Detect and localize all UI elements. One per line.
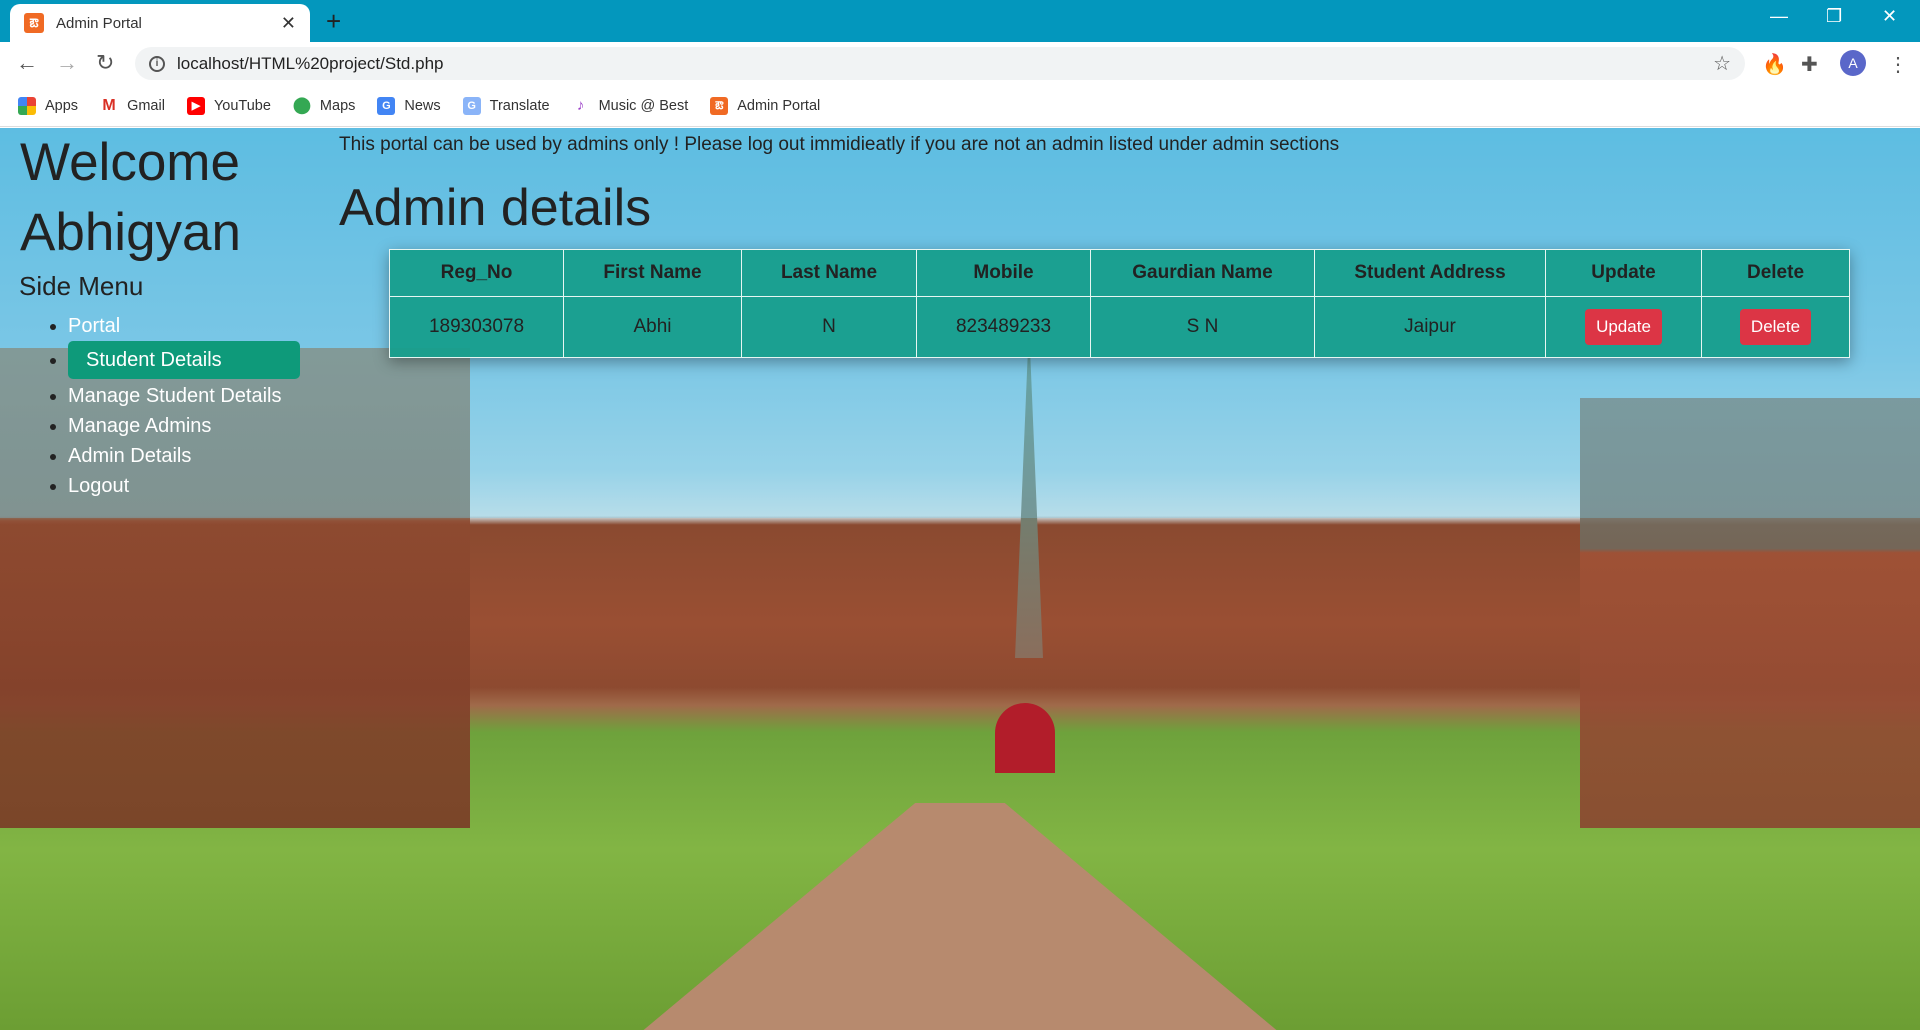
table-row: 189303078 Abhi N 823489233 S N Jaipur Up… — [389, 296, 1850, 358]
forward-icon[interactable]: → — [56, 50, 78, 76]
bookmark-label: Apps — [45, 97, 79, 114]
sidebar-item-student-details[interactable]: Student Details — [68, 341, 300, 381]
cell-reg-no: 189303078 — [389, 296, 564, 358]
url-text: localhost/HTML%20project/Std.php — [177, 53, 444, 73]
extension-flame-icon[interactable]: 🔥 — [1762, 52, 1787, 77]
music-icon: ♪ — [576, 96, 585, 114]
col-delete: Delete — [1701, 249, 1850, 297]
delete-button[interactable]: Delete — [1739, 309, 1812, 345]
sidebar-item-manage-admins[interactable]: Manage Admins — [68, 411, 300, 441]
side-menu-title: Side Menu — [19, 271, 144, 301]
youtube-icon: ▶ — [186, 96, 205, 115]
col-mobile: Mobile — [916, 249, 1091, 297]
bookmark-translate[interactable]: G Translate — [462, 96, 550, 115]
translate-icon: G — [462, 96, 481, 115]
tab-admin-portal[interactable]: ఔ Admin Portal ✕ — [10, 4, 310, 42]
cell-guardian: S N — [1090, 296, 1315, 358]
bookmark-label: Translate — [489, 97, 550, 114]
username: Abhigyan — [20, 203, 242, 262]
background-door — [995, 703, 1055, 773]
sidebar-item-logout[interactable]: Logout — [68, 471, 300, 501]
bookmark-label: Gmail — [127, 97, 165, 114]
apps-grid-icon — [18, 96, 36, 115]
col-first-name: First Name — [563, 249, 742, 297]
bookmark-news[interactable]: G News — [377, 96, 441, 115]
welcome-heading: Welcome Abhigyan — [20, 128, 241, 268]
admin-table: Reg_No First Name Last Name Mobile Gaurd… — [389, 249, 1850, 358]
window-close-icon[interactable]: ✕ — [1882, 6, 1897, 27]
sidebar-item-portal[interactable]: Portal — [68, 311, 300, 341]
cell-mobile: 823489233 — [916, 296, 1091, 358]
new-tab-icon[interactable]: + — [326, 6, 341, 37]
notice-text: This portal can be used by admins only !… — [339, 134, 1340, 155]
tab-title: Admin Portal — [56, 14, 142, 32]
cell-address: Jaipur — [1314, 296, 1546, 358]
maps-pin-icon: ⬤ — [292, 96, 311, 114]
xampp-icon: ఔ — [710, 96, 729, 115]
close-icon[interactable]: ✕ — [281, 13, 296, 34]
tab-bar: ఔ Admin Portal ✕ + — ❐ ✕ — [0, 0, 1920, 42]
back-icon[interactable]: ← — [16, 50, 38, 76]
update-button[interactable]: Update — [1585, 309, 1662, 345]
cell-update: Update — [1545, 296, 1702, 358]
avatar[interactable]: A — [1840, 50, 1866, 76]
cell-delete: Delete — [1701, 296, 1850, 358]
col-student-address: Student Address — [1314, 249, 1546, 297]
bookmark-admin-portal[interactable]: ఔ Admin Portal — [710, 96, 821, 115]
bookmark-label: News — [404, 97, 441, 114]
background-path — [640, 803, 1280, 1030]
bookmark-maps[interactable]: ⬤ Maps — [293, 97, 355, 115]
col-guardian-name: Gaurdian Name — [1090, 249, 1315, 297]
col-last-name: Last Name — [741, 249, 917, 297]
news-icon: G — [377, 96, 396, 115]
star-icon[interactable]: ☆ — [1713, 51, 1731, 76]
col-reg-no: Reg_No — [389, 249, 564, 297]
restore-icon[interactable]: ❐ — [1826, 6, 1842, 27]
gmail-icon: M — [102, 96, 116, 114]
col-update: Update — [1545, 249, 1702, 297]
bookmark-apps[interactable]: Apps — [18, 96, 79, 115]
address-toolbar: ← → ↻ i localhost/HTML%20project/Std.php… — [0, 42, 1920, 85]
bookmark-gmail[interactable]: M Gmail — [100, 97, 165, 115]
page-body: WelcomeAbhigyan Side Menu Portal Student… — [0, 128, 1920, 1030]
bookmark-label: Maps — [319, 97, 356, 114]
sidebar-item-manage-student-details[interactable]: Manage Student Details — [68, 381, 300, 411]
table-header-row: Reg_No First Name Last Name Mobile Gaurd… — [389, 249, 1850, 297]
bookmark-label: Admin Portal — [737, 97, 821, 114]
cell-last-name: N — [741, 296, 917, 358]
page-title: Admin details — [339, 179, 652, 237]
url-bar[interactable]: i localhost/HTML%20project/Std.php ☆ — [135, 47, 1745, 80]
bookmark-music[interactable]: ♪ Music @ Best — [572, 96, 689, 115]
bookmark-label: YouTube — [213, 97, 271, 114]
info-icon[interactable]: i — [149, 55, 165, 72]
cell-first-name: Abhi — [563, 296, 742, 358]
bookmarks-bar: Apps M Gmail ▶ YouTube ⬤ Maps G News G Transl… — [0, 85, 1920, 127]
bookmark-label: Music @ Best — [598, 97, 689, 114]
side-menu: Portal Student Details Manage Student De… — [48, 311, 300, 501]
sidebar-item-admin-details[interactable]: Admin Details — [68, 441, 300, 471]
bookmark-youtube[interactable]: ▶ YouTube — [186, 96, 271, 115]
reload-icon[interactable]: ↻ — [96, 50, 114, 76]
minimize-icon[interactable]: — — [1770, 6, 1788, 27]
xampp-icon: ఔ — [24, 13, 44, 33]
menu-kebab-icon[interactable]: ⋮ — [1888, 52, 1908, 77]
extensions-puzzle-icon[interactable]: ✚ — [1801, 52, 1818, 77]
